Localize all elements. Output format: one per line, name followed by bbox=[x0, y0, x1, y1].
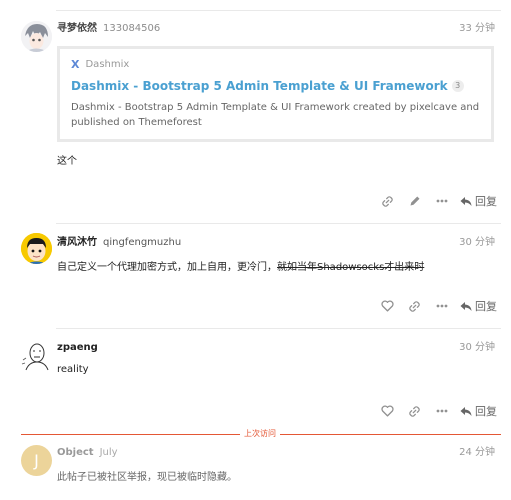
avatar[interactable] bbox=[21, 233, 52, 264]
user-handle[interactable]: 133084506 bbox=[103, 23, 160, 34]
onebox-title-text[interactable]: Dashmix - Bootstrap 5 Admin Template & U… bbox=[71, 79, 448, 93]
post-divider bbox=[56, 223, 501, 224]
reply-arrow-icon bbox=[460, 406, 472, 416]
onebox-title-link[interactable]: Dashmix - Bootstrap 5 Admin Template & U… bbox=[71, 79, 480, 93]
link-icon bbox=[409, 300, 420, 312]
avatar[interactable] bbox=[21, 340, 52, 371]
user-handle[interactable]: qingfengmuzhu bbox=[103, 237, 181, 248]
reply-label: 回复 bbox=[475, 405, 497, 418]
ellipsis-icon bbox=[436, 199, 447, 203]
onebox-site-name: Dashmix bbox=[85, 58, 130, 70]
post-header: Object July 24 分钟 bbox=[57, 443, 495, 459]
like-button[interactable] bbox=[374, 403, 401, 419]
more-button[interactable] bbox=[428, 298, 455, 314]
ellipsis-icon bbox=[436, 304, 447, 308]
ellipsis-icon bbox=[436, 409, 447, 413]
post-header: zpaeng 30 分钟 bbox=[57, 338, 495, 354]
post-body: 这个 bbox=[57, 156, 77, 167]
reply-arrow-icon bbox=[460, 301, 472, 311]
post-time[interactable]: 33 分钟 bbox=[459, 19, 495, 34]
link-icon bbox=[409, 405, 420, 417]
user-handle[interactable]: July bbox=[100, 447, 118, 458]
reply-button[interactable]: 回复 bbox=[460, 298, 497, 314]
onebox-description: Dashmix - Bootstrap 5 Admin Template & U… bbox=[71, 102, 480, 128]
username[interactable]: Object bbox=[57, 447, 94, 458]
pencil-icon bbox=[410, 196, 419, 206]
reply-button[interactable]: 回复 bbox=[460, 403, 497, 419]
hidden-post-notice: 此帖子已被社区举报，现已被临时隐藏。 bbox=[57, 472, 237, 483]
avatar[interactable]: J bbox=[21, 445, 52, 476]
heart-icon bbox=[381, 405, 394, 417]
post-body: reality bbox=[57, 364, 89, 375]
post-divider bbox=[56, 328, 501, 329]
strikethrough-text: 就如当年Shadowsocks才出来时 bbox=[277, 262, 425, 273]
reply-label: 回复 bbox=[475, 300, 497, 313]
post-actions: 回复 bbox=[374, 193, 497, 209]
link-button[interactable] bbox=[374, 193, 401, 209]
cartoon-avatar-icon bbox=[21, 233, 52, 264]
dashmix-logo-icon: X bbox=[71, 57, 80, 71]
post-time[interactable]: 30 分钟 bbox=[459, 233, 495, 248]
avatar[interactable] bbox=[21, 21, 52, 52]
more-button[interactable] bbox=[428, 193, 455, 209]
click-count-badge: 3 bbox=[451, 80, 464, 92]
post-body-text: 自己定义一个代理加密方式，加上自用，更冷门， bbox=[57, 262, 277, 273]
link-preview-onebox: X Dashmix Dashmix - Bootstrap 5 Admin Te… bbox=[57, 46, 494, 142]
more-button[interactable] bbox=[428, 403, 455, 419]
post-actions: 回复 bbox=[374, 403, 497, 419]
post-time[interactable]: 24 分钟 bbox=[459, 443, 495, 458]
post-header: 寻梦依然 133084506 33 分钟 bbox=[57, 19, 495, 35]
post-header: 清风沐竹 qingfengmuzhu 30 分钟 bbox=[57, 233, 495, 249]
heart-icon bbox=[381, 300, 394, 312]
reply-arrow-icon bbox=[460, 196, 472, 206]
username[interactable]: zpaeng bbox=[57, 342, 98, 353]
post-divider bbox=[56, 10, 501, 11]
link-icon bbox=[382, 195, 393, 207]
username[interactable]: 寻梦依然 bbox=[57, 19, 97, 34]
post-time[interactable]: 30 分钟 bbox=[459, 338, 495, 353]
link-button[interactable] bbox=[401, 403, 428, 419]
onebox-source[interactable]: X Dashmix bbox=[71, 57, 480, 71]
username[interactable]: 清风沐竹 bbox=[57, 233, 97, 248]
post-actions: 回复 bbox=[374, 298, 497, 314]
post-body: 自己定义一个代理加密方式，加上自用，更冷门，就如当年Shadowsocks才出来… bbox=[57, 258, 424, 273]
sketch-avatar-icon bbox=[21, 340, 52, 371]
anime-avatar-icon bbox=[21, 21, 52, 52]
reply-label: 回复 bbox=[475, 195, 497, 208]
link-button[interactable] bbox=[401, 298, 428, 314]
reply-button[interactable]: 回复 bbox=[460, 193, 497, 209]
last-visit-label: 上次访问 bbox=[240, 428, 280, 440]
avatar-letter: J bbox=[34, 451, 39, 470]
edit-button[interactable] bbox=[401, 193, 428, 209]
like-button[interactable] bbox=[374, 298, 401, 314]
